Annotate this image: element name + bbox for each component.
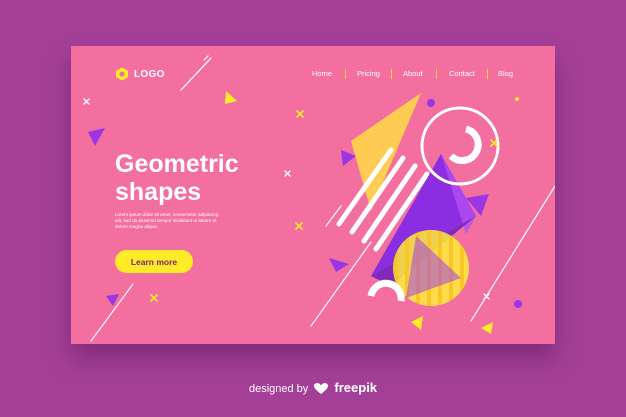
hero-title-line-2: shapes [115, 178, 202, 206]
landing-page-card: LOGO Home Pricing About Contact Blog Geo… [71, 46, 555, 344]
nav-separator [345, 69, 346, 79]
nav-blog[interactable]: Blog [498, 69, 513, 78]
white-half-ring [367, 279, 405, 302]
nav-separator [391, 69, 392, 79]
white-arc [448, 125, 482, 165]
freepik-credit: designed by freepik [0, 380, 626, 395]
freepik-heart-icon [314, 383, 329, 395]
nav-separator [436, 69, 437, 79]
learn-more-button[interactable]: Learn more [115, 250, 193, 273]
nav-home[interactable]: Home [312, 69, 332, 78]
white-ring [420, 106, 500, 186]
credit-prefix: designed by [248, 383, 309, 395]
credit-brand: freepik [334, 380, 378, 395]
nav-contact[interactable]: Contact [449, 69, 475, 78]
nav-pricing[interactable]: Pricing [357, 69, 380, 78]
hero-description: Lorem ipsum dolor sit amet, consectetur … [115, 212, 219, 229]
hero-title-line-1: Geometric [115, 150, 239, 178]
hero-title: Geometric shapes [115, 150, 239, 206]
nav-separator [487, 69, 488, 79]
nav-about[interactable]: About [403, 69, 423, 78]
main-navigation: Home Pricing About Contact Blog [71, 69, 555, 83]
